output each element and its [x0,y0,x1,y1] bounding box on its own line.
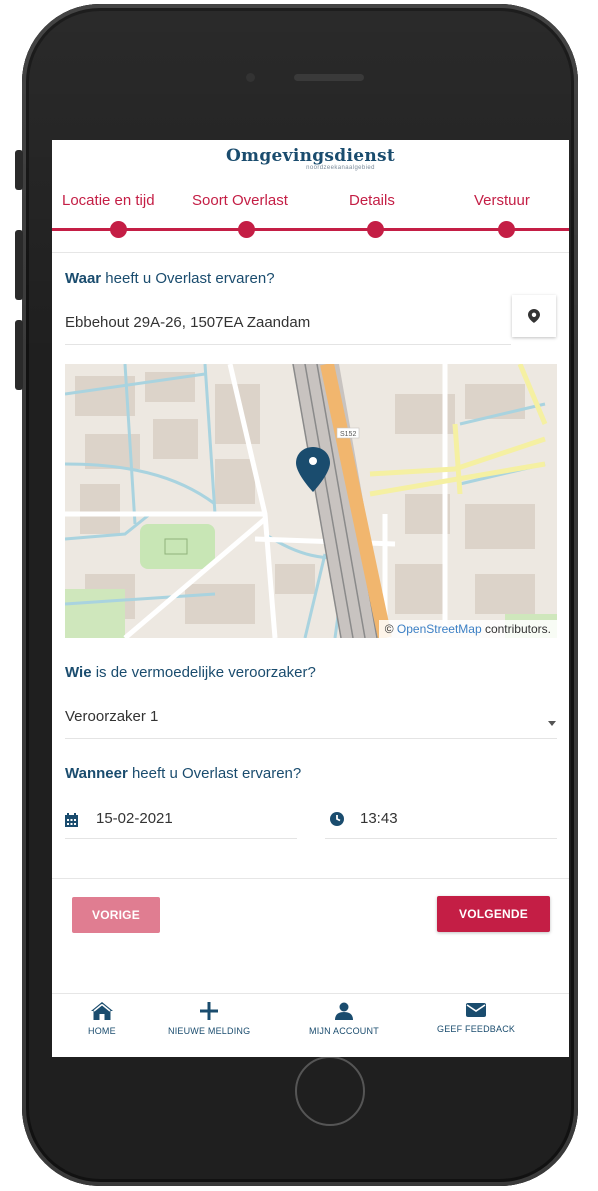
nav-account-label: MIJN ACCOUNT [309,1026,379,1036]
map-attribution: © OpenStreetMap contributors. [378,620,557,638]
plus-icon [200,1002,219,1020]
step-dot-1 [110,221,127,238]
user-icon [334,1002,353,1020]
location-question-rest: heeft u Overlast ervaren? [101,270,275,287]
progress-stepper: Locatie en tijd Soort Overlast Details V… [52,192,569,242]
cause-question: Wie is de vermoedelijke veroorzaker? [65,664,316,681]
step-label-soort[interactable]: Soort Overlast [192,192,288,209]
date-input[interactable]: 15-02-2021 [96,810,173,827]
home-icon [90,1002,113,1020]
address-input[interactable]: Ebbehout 29A-26, 1507EA Zaandam [65,314,310,331]
volume-up-button [15,230,23,300]
cause-select[interactable]: Veroorzaker 1 [65,708,158,725]
step-label-details[interactable]: Details [349,192,395,209]
location-question-strong: Waar [65,270,102,287]
nav-feedback-label: GEEF FEEDBACK [437,1024,516,1034]
location-map[interactable]: S152 © OpenStreetMap contributors. [65,364,557,638]
road-shield: S152 [340,431,356,438]
step-dot-3 [367,221,384,238]
nav-feedback[interactable]: GEEF FEEDBACK [437,1002,515,1034]
attribution-suffix: contributors. [481,622,551,636]
map-marker-icon [528,309,540,323]
dropdown-caret-icon[interactable] [548,713,556,731]
step-dot-2 [238,221,255,238]
when-question-strong: Wanneer [65,765,128,782]
time-underline [325,838,557,839]
locate-button[interactable] [512,295,556,337]
buttons-divider [52,878,569,879]
when-question: Wanneer heeft u Overlast ervaren? [65,765,301,782]
openstreetmap-link[interactable]: OpenStreetMap [397,622,482,636]
map-tiles: S152 [65,364,557,638]
step-dot-4 [498,221,515,238]
app-screen: Omgevingsdienst noordzeekanaalgebied Loc… [52,140,569,1057]
next-button[interactable]: VOLGENDE [437,896,550,932]
calendar-icon [65,813,78,832]
cause-question-strong: Wie [65,664,92,681]
logo-subtitle: noordzeekanaalgebied [306,165,375,171]
volume-down-button [15,320,23,390]
clock-icon [330,812,344,831]
nav-new-report[interactable]: NIEUWE MELDING [168,1002,250,1036]
nav-new-report-label: NIEUWE MELDING [168,1026,251,1036]
cause-underline [65,738,557,739]
side-button [15,150,23,190]
speaker [294,74,364,81]
stepper-divider [52,252,569,253]
logo-title: Omgevingsdienst [225,146,396,166]
date-underline [65,838,297,839]
step-label-verstuur[interactable]: Verstuur [474,192,530,209]
attribution-prefix: © [384,622,397,636]
previous-button[interactable]: VORIGE [72,897,160,933]
nav-home-label: HOME [88,1026,116,1036]
step-label-locatie[interactable]: Locatie en tijd [62,192,155,209]
step-line [52,228,569,231]
nav-home[interactable]: HOME [88,1002,116,1036]
bottom-navbar: HOME NIEUWE MELDING MIJN ACCOUNT GEEF FE… [52,993,569,1057]
home-button[interactable] [295,1056,365,1126]
nav-account[interactable]: MIJN ACCOUNT [309,1002,379,1036]
app-logo: Omgevingsdienst noordzeekanaalgebied [52,146,569,171]
camera [246,73,255,82]
address-underline [65,344,511,345]
envelope-icon [466,1003,487,1017]
cause-question-rest: is de vermoedelijke veroorzaker? [91,664,316,681]
location-question: Waar heeft u Overlast ervaren? [65,270,275,287]
time-input[interactable]: 13:43 [360,810,398,827]
when-question-rest: heeft u Overlast ervaren? [127,765,302,782]
